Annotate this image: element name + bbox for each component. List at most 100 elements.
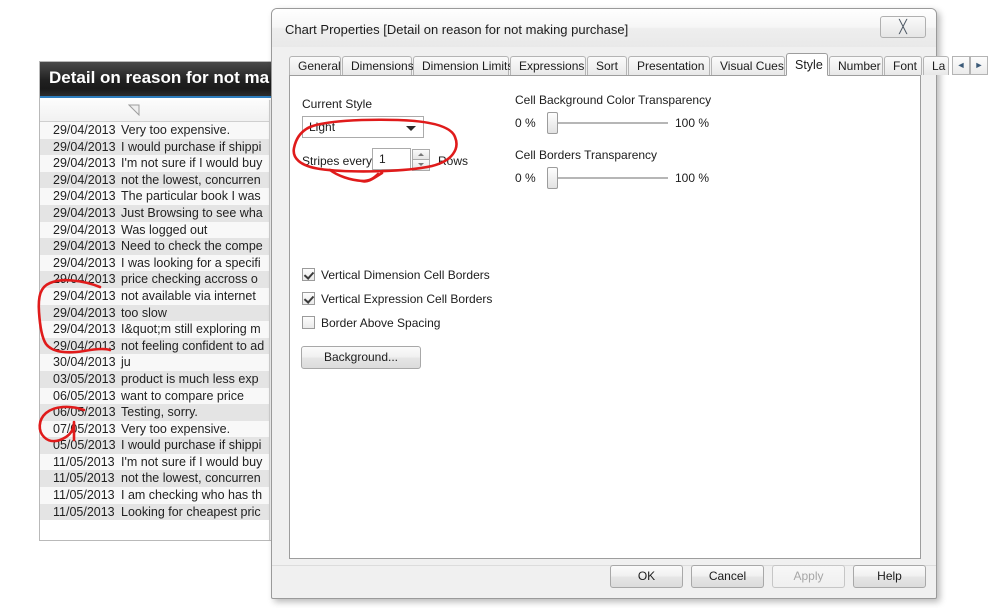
- tab-style[interactable]: Style: [786, 53, 828, 76]
- table-row[interactable]: 11/05/2013 Looking for cheapest pric: [40, 503, 282, 521]
- table-cell-date: 29/04/2013: [53, 189, 116, 204]
- tab-sort[interactable]: Sort: [587, 56, 627, 75]
- table-column-header[interactable]: [40, 100, 282, 122]
- table-cell-text: too slow: [121, 305, 167, 320]
- table-cell-text: I'm not sure if I would buy: [121, 156, 263, 171]
- stepper-down-icon[interactable]: [412, 160, 430, 171]
- tab-expressions[interactable]: Expressions: [510, 56, 586, 75]
- sort-descending-icon: [128, 104, 140, 116]
- table-cell-text: Very too expensive.: [121, 123, 231, 137]
- table-cell-date: 29/04/2013: [53, 322, 116, 337]
- table-row[interactable]: 07/05/2013 Very too expensive.: [40, 420, 282, 438]
- table-row[interactable]: 06/05/2013 Testing, sorry.: [40, 404, 282, 421]
- stripes-every-value: 1: [379, 152, 386, 166]
- tab-dimension-limits[interactable]: Dimension Limits: [413, 56, 513, 75]
- checkbox-vertical-expression-cell-borders[interactable]: [302, 292, 315, 305]
- table-cell-date: 29/04/2013: [53, 288, 116, 303]
- cell-borders-transparency-label: Cell Borders Transparency: [515, 148, 658, 162]
- table-row[interactable]: 29/04/2013 I&quot;m still exploring m: [40, 321, 282, 338]
- slider-thumb[interactable]: [547, 112, 558, 134]
- table-cell-date: 11/05/2013: [53, 454, 115, 469]
- table-row[interactable]: 06/05/2013 want to compare price: [40, 387, 282, 405]
- cell-borders-transparency-slider[interactable]: 0 % 100 %: [515, 167, 855, 189]
- slider-track[interactable]: [551, 177, 668, 179]
- table-cell-text: price checking accross o: [121, 272, 258, 287]
- table-cell-text: Was logged out: [121, 222, 208, 237]
- cell-background-transparency-slider[interactable]: 0 % 100 %: [515, 112, 855, 134]
- dialog-titlebar[interactable]: Chart Properties [Detail on reason for n…: [272, 9, 936, 47]
- tab-scroll-right-icon[interactable]: ►: [970, 56, 988, 75]
- table-cell-text: Looking for cheapest pric: [121, 504, 261, 519]
- table-cell-text: Testing, sorry.: [121, 405, 198, 420]
- table-cell-text: not the lowest, concurren: [121, 172, 261, 187]
- stepper-buttons[interactable]: [412, 149, 430, 171]
- table-row[interactable]: 11/05/2013 not the lowest, concurren: [40, 470, 282, 488]
- table-row[interactable]: 29/04/2013 Was logged out: [40, 221, 282, 239]
- cell-background-transparency-label: Cell Background Color Transparency: [515, 93, 712, 107]
- help-button[interactable]: Help: [853, 565, 926, 588]
- slider-thumb[interactable]: [547, 167, 558, 189]
- chart-table-body[interactable]: 29/04/2013 Very too expensive. 29/04/2013 I…: [40, 100, 282, 540]
- table-row[interactable]: 29/04/2013 Just Browsing to see wha: [40, 204, 282, 222]
- tab-font[interactable]: Font: [884, 56, 922, 75]
- table-cell-text: I would purchase if shippi: [121, 139, 262, 154]
- cell-bg-max-label: 100 %: [675, 116, 710, 130]
- table-rows[interactable]: 29/04/2013 Very too expensive. 29/04/2013 I…: [40, 122, 282, 521]
- table-row[interactable]: 03/05/2013 product is much less exp: [40, 370, 282, 388]
- table-row[interactable]: 29/04/2013 The particular book I was: [40, 188, 282, 205]
- tab-visual-cues[interactable]: Visual Cues: [711, 56, 785, 75]
- current-style-value: Light: [309, 120, 336, 134]
- cell-borders-min-label: 0 %: [515, 171, 536, 185]
- table-row[interactable]: 29/04/2013 price checking accross o: [40, 271, 282, 288]
- table-cell-date: 06/05/2013: [53, 405, 116, 420]
- slider-track[interactable]: [551, 122, 668, 124]
- table-cell-text: not available via internet: [121, 288, 256, 303]
- table-cell-date: 30/04/2013: [53, 355, 116, 370]
- tab-scroll-left-icon[interactable]: ◄: [952, 56, 970, 75]
- tab-dimensions[interactable]: Dimensions: [342, 56, 414, 75]
- tab-presentation[interactable]: Presentation: [628, 56, 710, 75]
- table-row[interactable]: 11/05/2013 I am checking who has th: [40, 487, 282, 504]
- chart-properties-dialog[interactable]: Chart Properties [Detail on reason for n…: [271, 8, 988, 599]
- ok-button[interactable]: OK: [610, 565, 683, 588]
- current-style-select[interactable]: Light: [302, 116, 424, 138]
- table-row[interactable]: 29/04/2013 I'm not sure if I would buy: [40, 155, 282, 172]
- table-cell-date: 11/05/2013: [53, 488, 115, 503]
- table-row[interactable]: 29/04/2013 too slow: [40, 304, 282, 322]
- table-cell-text: I was looking for a specifi: [121, 255, 261, 270]
- checkbox-label-vertical-expression-cell-borders: Vertical Expression Cell Borders: [321, 292, 493, 306]
- table-row[interactable]: 29/04/2013 Very too expensive.: [40, 122, 282, 139]
- table-cell-date: 03/05/2013: [53, 371, 116, 386]
- tab-la[interactable]: La: [923, 56, 949, 75]
- chart-caption-title: Detail on reason for not ma: [49, 68, 270, 87]
- table-cell-text: I'm not sure if I would buy: [121, 454, 263, 469]
- screen: Detail on reason for not ma 29/04/2013 Ve…: [0, 0, 1007, 608]
- table-cell-date: 06/05/2013: [53, 388, 116, 403]
- table-row[interactable]: 29/04/2013 I was looking for a specifi: [40, 254, 282, 272]
- table-cell-text: Just Browsing to see wha: [121, 205, 263, 220]
- table-cell-date: 07/05/2013: [53, 421, 116, 436]
- tab-number[interactable]: Number: [829, 56, 883, 75]
- table-row[interactable]: 29/04/2013 not feeling confident to ad: [40, 337, 282, 355]
- table-row[interactable]: 29/04/2013 not the lowest, concurren: [40, 171, 282, 189]
- table-row[interactable]: 30/04/2013 ju: [40, 354, 282, 371]
- checkbox-label-vertical-dimension-cell-borders: Vertical Dimension Cell Borders: [321, 268, 490, 282]
- table-row[interactable]: 29/04/2013 Need to check the compe: [40, 238, 282, 255]
- tab-general[interactable]: General: [289, 56, 341, 75]
- checkbox-vertical-dimension-cell-borders[interactable]: [302, 268, 315, 281]
- close-icon[interactable]: ╳: [880, 16, 926, 38]
- tab-strip[interactable]: General Dimensions Dimension Limits Express…: [289, 53, 988, 76]
- table-row[interactable]: 29/04/2013 I would purchase if shippi: [40, 138, 282, 156]
- background-button[interactable]: Background...: [301, 346, 421, 369]
- chart-object[interactable]: Detail on reason for not ma 29/04/2013 Ve…: [39, 61, 283, 541]
- table-row[interactable]: 29/04/2013 not available via internet: [40, 287, 282, 305]
- table-row[interactable]: 11/05/2013 I'm not sure if I would buy: [40, 453, 282, 471]
- stripes-every-stepper[interactable]: 1: [372, 148, 430, 171]
- checkbox-border-above-spacing[interactable]: [302, 316, 315, 329]
- apply-button: Apply: [772, 565, 845, 588]
- table-row[interactable]: 05/05/2013 I would purchase if shippi: [40, 437, 282, 454]
- cancel-button[interactable]: Cancel: [691, 565, 764, 588]
- table-cell-date: 29/04/2013: [53, 239, 116, 254]
- stepper-up-icon[interactable]: [412, 149, 430, 160]
- table-cell-text: I am checking who has th: [121, 488, 263, 503]
